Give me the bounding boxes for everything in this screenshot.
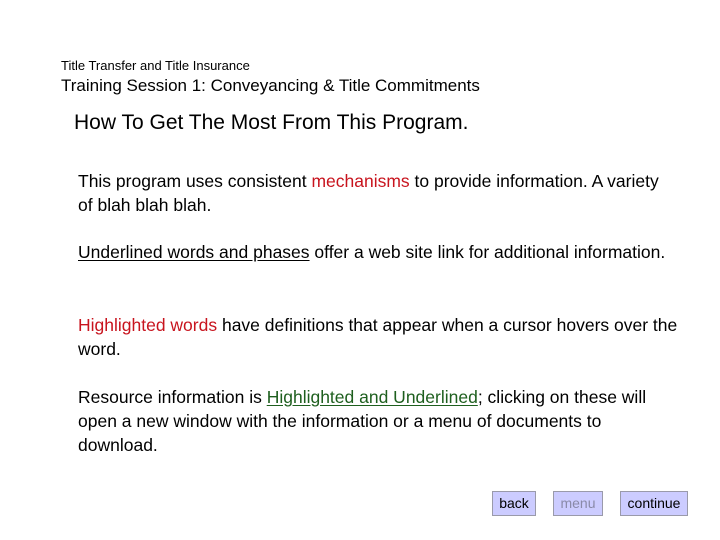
back-button[interactable]: back bbox=[492, 491, 536, 516]
page-heading: How To Get The Most From This Program. bbox=[74, 111, 469, 134]
definition-term-mechanisms[interactable]: mechanisms bbox=[311, 171, 409, 191]
text: Resource information is bbox=[78, 387, 267, 407]
menu-button[interactable]: menu bbox=[553, 491, 603, 516]
web-link-example[interactable]: Underlined words and phases bbox=[78, 242, 310, 262]
paragraph-highlighted: Highlighted words have definitions that … bbox=[78, 313, 678, 361]
paragraph-underlined: Underlined words and phases offer a web … bbox=[78, 240, 678, 264]
text: offer a web site link for additional inf… bbox=[309, 242, 666, 262]
text: This program uses consistent bbox=[78, 171, 312, 191]
resource-link[interactable]: Highlighted and Underlined bbox=[267, 387, 478, 407]
paragraph-resource: Resource information is Highlighted and … bbox=[78, 385, 678, 457]
session-title: Training Session 1: Conveyancing & Title… bbox=[61, 76, 480, 95]
definition-term-highlighted-words[interactable]: Highlighted words bbox=[78, 315, 217, 335]
course-subtitle: Title Transfer and Title Insurance bbox=[61, 58, 250, 73]
continue-button[interactable]: continue bbox=[620, 491, 688, 516]
paragraph-mechanisms: This program uses consistent mechanisms … bbox=[78, 169, 678, 217]
